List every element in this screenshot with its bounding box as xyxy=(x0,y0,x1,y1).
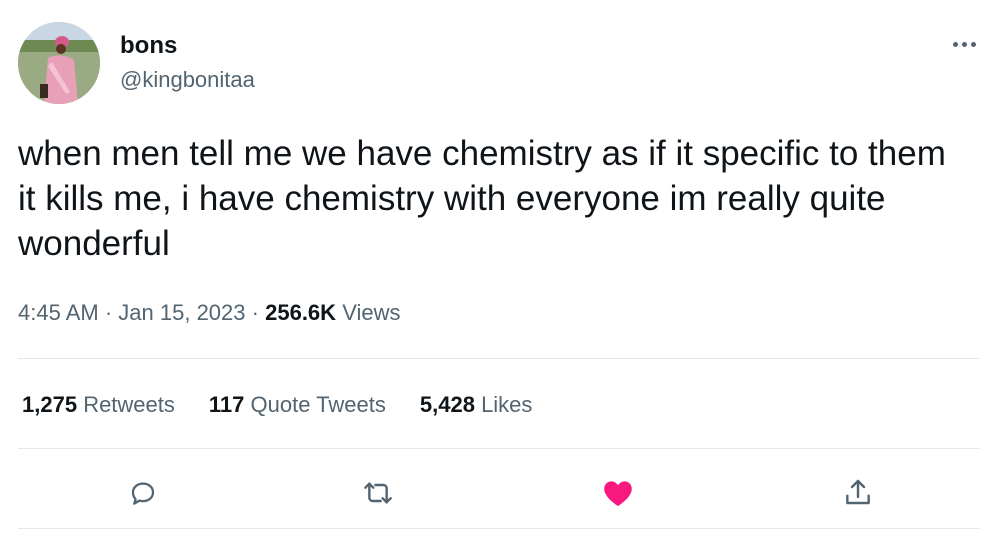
retweet-icon xyxy=(364,482,392,504)
divider xyxy=(18,358,980,359)
more-icon-dot xyxy=(961,41,967,47)
retweets-stat[interactable]: 1,275 Retweets xyxy=(22,389,175,421)
quote-tweets-count: 117 xyxy=(208,392,245,417)
divider xyxy=(18,528,980,529)
tweet-date[interactable]: Jan 15, 2023 xyxy=(118,300,245,325)
views-count: 256.6K xyxy=(265,300,337,325)
meta-separator: · xyxy=(251,300,259,325)
more-icon xyxy=(952,41,958,47)
retweets-label: Retweets xyxy=(83,392,175,417)
views-label: Views xyxy=(342,300,401,325)
avatar[interactable] xyxy=(18,22,100,104)
reply-icon xyxy=(131,482,155,505)
engagement-stats: 1,275 Retweets 117 Quote Tweets 5,428 Li… xyxy=(22,389,566,421)
reply-button[interactable] xyxy=(123,473,163,513)
share-icon xyxy=(846,479,870,505)
meta-separator: · xyxy=(104,300,113,325)
more-options-button[interactable] xyxy=(944,30,984,58)
display-name[interactable]: bons xyxy=(120,32,177,60)
tweet-meta: 4:45 AM · Jan 15, 2023 · 256.6K Views xyxy=(18,297,400,329)
tweet-time[interactable]: 4:45 AM xyxy=(18,300,99,325)
retweet-button[interactable] xyxy=(358,473,398,513)
user-handle[interactable]: @kingbonitaa xyxy=(120,66,255,94)
action-bar xyxy=(18,465,980,513)
more-icon-dot xyxy=(970,41,976,47)
like-icon xyxy=(604,481,632,507)
tweet-text: when men tell me we have chemistry as if… xyxy=(18,134,946,263)
share-button[interactable] xyxy=(838,473,878,513)
likes-count: 5,428 xyxy=(419,392,475,417)
quote-tweets-label: Quote Tweets xyxy=(250,392,386,417)
divider xyxy=(18,448,980,449)
like-button[interactable] xyxy=(598,473,638,513)
likes-label: Likes xyxy=(481,392,533,417)
retweets-count: 1,275 xyxy=(22,392,78,417)
quote-tweets-stat[interactable]: 117 Quote Tweets xyxy=(209,389,386,421)
likes-stat[interactable]: 5,428 Likes xyxy=(420,389,533,421)
